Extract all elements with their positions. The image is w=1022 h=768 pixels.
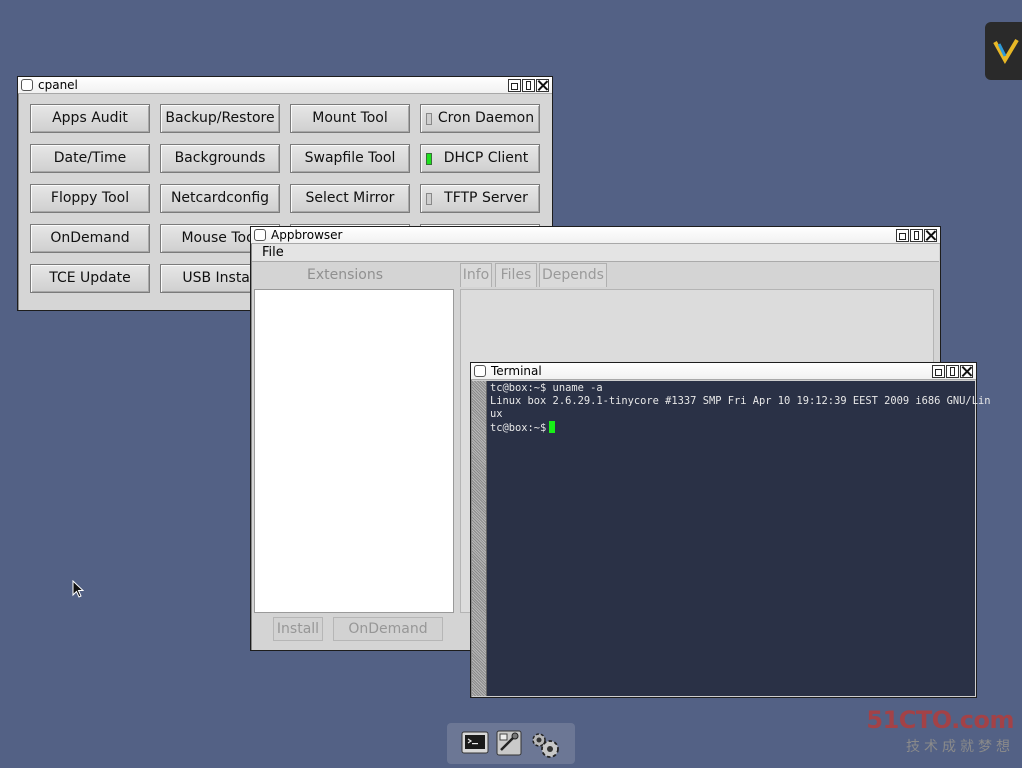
tab-depends[interactable]: Depends [539,263,607,287]
mouse-pointer-icon [72,579,85,602]
select-mirror-button[interactable]: Select Mirror [290,184,410,213]
appbrowser-titlebar[interactable]: Appbrowser [251,227,940,244]
tftp-server-label: TFTP Server [444,190,528,206]
dhcp-client-button[interactable]: DHCP Client [420,144,540,173]
watermark-site: 51CTO.com [866,706,1014,734]
window-menu-icon[interactable] [21,79,33,91]
terminal-line: tc@box:~$ uname -a [490,382,603,394]
terminal-scrollbar[interactable] [472,381,487,696]
extensions-list[interactable] [254,289,454,613]
terminal-body[interactable]: tc@box:~$ uname -a Linux box 2.6.29.1-tin… [472,381,991,696]
tftp-server-button[interactable]: TFTP Server [420,184,540,213]
terminal-icon[interactable] [461,730,489,756]
terminal-prompt-line: tc@box:~$ [490,421,973,435]
swapfile-tool-button[interactable]: Swapfile Tool [290,144,410,173]
watermark-slogan: 技术成就梦想 [906,739,1014,755]
tab-files[interactable]: Files [495,263,537,287]
dhcp-status-indicator [426,153,432,165]
terminal-line: Linux box 2.6.29.1-tinycore #1337 SMP Fr… [490,395,991,407]
window-menu-icon[interactable] [474,365,486,377]
minimize-icon[interactable] [932,365,945,378]
backup-restore-button[interactable]: Backup/Restore [160,104,280,133]
cpanel-title: cpanel [38,78,78,92]
terminal-line: ux [490,408,503,420]
tftp-status-indicator [426,193,432,205]
maximize-icon[interactable] [522,79,535,92]
tab-info[interactable]: Info [460,263,492,287]
terminal-title: Terminal [491,364,542,378]
dock [447,723,575,764]
tce-update-button[interactable]: TCE Update [30,264,150,293]
settings-gears-icon[interactable] [529,730,559,758]
appbrowser-title: Appbrowser [271,228,343,242]
cron-status-indicator [426,113,432,125]
minimize-icon[interactable] [508,79,521,92]
close-icon[interactable] [960,365,973,378]
close-icon[interactable] [924,229,937,242]
terminal-titlebar[interactable]: Terminal [471,363,976,380]
apps-audit-button[interactable]: Apps Audit [30,104,150,133]
cron-daemon-label: Cron Daemon [437,110,535,126]
terminal-cursor [549,421,556,433]
watermark: 51CTO.com 技术成就梦想 [866,706,1014,756]
maximize-icon[interactable] [910,229,923,242]
dhcp-client-label: DHCP Client [443,150,529,166]
appbrowser-menubar: File [252,244,939,262]
floppy-tool-button[interactable]: Floppy Tool [30,184,150,213]
window-menu-icon[interactable] [254,229,266,241]
terminal-window: Terminal tc@box:~$ uname -a Linux box 2.6… [470,362,991,698]
date-time-button[interactable]: Date/Time [30,144,150,173]
ondemand-button[interactable]: OnDemand [30,224,150,253]
netcardconfig-button[interactable]: Netcardconfig [160,184,280,213]
install-button[interactable]: Install [273,617,323,641]
terminal-prompt: tc@box:~$ [490,422,547,434]
cron-daemon-button[interactable]: Cron Daemon [420,104,540,133]
terminal-output: tc@box:~$ uname -a Linux box 2.6.29.1-tin… [490,382,991,435]
control-panel-icon[interactable] [495,730,523,756]
minimize-icon[interactable] [896,229,909,242]
maximize-icon[interactable] [946,365,959,378]
backgrounds-button[interactable]: Backgrounds [160,144,280,173]
extensions-label: Extensions [307,267,384,283]
cpanel-titlebar[interactable]: cpanel [18,77,552,94]
ondemand-install-button[interactable]: OnDemand [333,617,443,641]
file-menu[interactable]: File [262,245,284,260]
mount-tool-button[interactable]: Mount Tool [290,104,410,133]
corner-app-icon[interactable] [985,22,1022,80]
close-icon[interactable] [536,79,549,92]
